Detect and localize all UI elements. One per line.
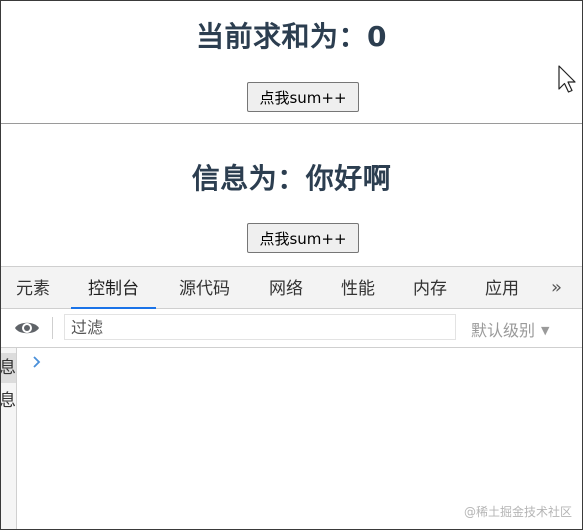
log-levels-dropdown[interactable]: 默认级别 ▼ — [471, 317, 549, 341]
counter-section: 当前求和为：0 点我sum++ — [1, 1, 582, 124]
tab-performance[interactable]: 性能 — [341, 267, 375, 308]
console-toolbar: 默认级别 ▼ — [1, 309, 582, 348]
eye-icon[interactable] — [13, 317, 41, 339]
sum-increment-button-2[interactable]: 点我sum++ — [247, 223, 359, 253]
tab-console[interactable]: 控制台 — [71, 267, 156, 309]
tab-memory[interactable]: 内存 — [413, 267, 447, 308]
toolbar-divider — [52, 317, 53, 339]
console-sidebar: 信息 信息 — [1, 348, 17, 529]
mouse-cursor-icon — [558, 65, 576, 93]
more-tabs-icon[interactable]: » — [551, 277, 562, 298]
tab-elements[interactable]: 元素 — [16, 267, 50, 308]
screen: 当前求和为：0 点我sum++ 信息为：你好啊 点我sum++ 元素 控制台 源… — [0, 0, 583, 530]
log-levels-label: 默认级别 — [471, 321, 536, 340]
watermark: @稀土掘金技术社区 — [463, 505, 572, 519]
counter-heading: 当前求和为：0 — [196, 20, 387, 53]
message-heading: 信息为：你好啊 — [191, 162, 392, 195]
console-area: 信息 信息 @稀土掘金技术社区 — [1, 348, 582, 529]
filter-input[interactable] — [64, 314, 456, 340]
tab-sources[interactable]: 源代码 — [179, 267, 230, 308]
devtools-tabbar: 元素 控制台 源代码 网络 性能 内存 应用 » — [1, 267, 582, 309]
message-section: 信息为：你好啊 点我sum++ — [1, 124, 582, 266]
sum-increment-button[interactable]: 点我sum++ — [247, 82, 359, 112]
devtools-panel: 元素 控制台 源代码 网络 性能 内存 应用 » 默认级别 ▼ 信息 信息 — [1, 266, 582, 529]
tab-application[interactable]: 应用 — [485, 267, 519, 308]
sidebar-item-info-1[interactable]: 信息 — [1, 353, 16, 383]
caret-down-icon: ▼ — [541, 324, 550, 337]
tab-network[interactable]: 网络 — [269, 267, 303, 308]
console-prompt-chevron-icon — [33, 356, 41, 368]
sidebar-item-info-2[interactable]: 信息 — [1, 386, 16, 416]
